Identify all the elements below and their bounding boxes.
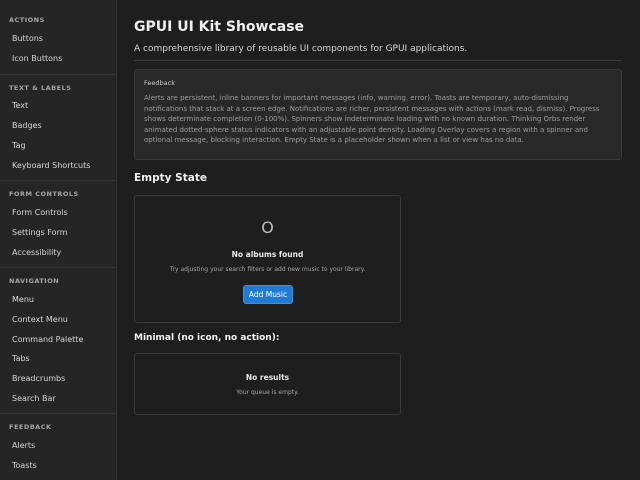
empty-state-description: Try adjusting your search filters or add… [169, 266, 366, 273]
feedback-description-panel: Feedback Alerts are persistent, inline b… [134, 69, 622, 160]
minimal-empty-state-card: No results Your queue is empty. [134, 353, 401, 415]
feedback-description: Alerts are persistent, inline banners fo… [144, 94, 600, 144]
sidebar-section-actions: ACTIONS [9, 16, 45, 24]
sidebar-item-breadcrumbs[interactable]: Breadcrumbs [12, 374, 65, 383]
sidebar-section-feedback: FEEDBACK [9, 423, 52, 431]
sidebar-item-buttons[interactable]: Buttons [12, 34, 43, 43]
sidebar-item-keyboard-shortcuts[interactable]: Keyboard Shortcuts [12, 161, 90, 170]
sidebar-item-tag[interactable]: Tag [12, 141, 26, 150]
sidebar-divider [0, 413, 116, 414]
sidebar-item-alerts[interactable]: Alerts [12, 441, 35, 450]
sidebar-item-accessibility[interactable]: Accessibility [12, 248, 61, 257]
sidebar-item-icon-buttons[interactable]: Icon Buttons [12, 54, 62, 63]
minimal-empty-title: No results [245, 373, 290, 382]
add-music-button[interactable]: Add Music [243, 285, 293, 304]
main-content: GPUI UI Kit Showcase A comprehensive lib… [117, 0, 640, 480]
sidebar-item-search-bar[interactable]: Search Bar [12, 394, 56, 403]
sidebar-item-toasts[interactable]: Toasts [12, 461, 37, 470]
app-window: ACTIONS Buttons Icon Buttons TEXT & LABE… [0, 0, 640, 480]
empty-state-icon: O [261, 218, 274, 237]
sidebar-section-navigation: NAVIGATION [9, 277, 60, 285]
sidebar-item-badges[interactable]: Badges [12, 121, 42, 130]
sidebar-item-form-controls[interactable]: Form Controls [12, 208, 68, 217]
feedback-label: Feedback [144, 79, 175, 87]
sidebar-item-context-menu[interactable]: Context Menu [12, 315, 68, 324]
minimal-empty-description: Your queue is empty. [236, 389, 299, 396]
sidebar-section-text-labels: TEXT & LABELS [9, 84, 72, 92]
sidebar-item-text[interactable]: Text [12, 101, 28, 110]
empty-state-card: O No albums found Try adjusting your sea… [134, 195, 401, 323]
sidebar-item-settings-form[interactable]: Settings Form [12, 228, 68, 237]
sidebar-divider [0, 74, 116, 75]
sidebar-item-command-palette[interactable]: Command Palette [12, 335, 83, 344]
sidebar-item-tabs[interactable]: Tabs [12, 354, 30, 363]
sidebar-item-menu[interactable]: Menu [12, 295, 34, 304]
empty-state-section-title: Empty State [134, 172, 207, 184]
page-title: GPUI UI Kit Showcase [134, 19, 305, 35]
sidebar: ACTIONS Buttons Icon Buttons TEXT & LABE… [0, 0, 117, 480]
sidebar-divider [0, 180, 116, 181]
sidebar-section-form-controls: FORM CONTROLS [9, 190, 79, 198]
minimal-section-title: Minimal (no icon, no action): [134, 333, 280, 343]
page-subtitle: A comprehensive library of reusable UI c… [134, 44, 468, 54]
title-divider [134, 60, 622, 61]
sidebar-divider [0, 267, 116, 268]
empty-state-title: No albums found [231, 250, 304, 259]
